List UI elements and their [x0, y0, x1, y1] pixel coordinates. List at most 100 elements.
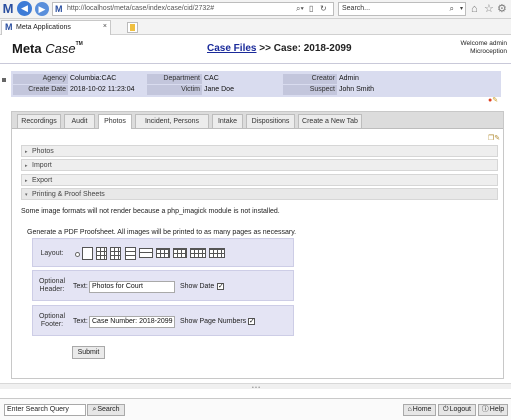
show-date-label: Show Date	[180, 283, 215, 290]
panel-tools: ❐✎	[488, 134, 500, 142]
layout-3-icon[interactable]	[125, 247, 136, 260]
layout-1-icon[interactable]	[82, 247, 93, 260]
layout-label: Layout:	[40, 250, 64, 257]
lock-icon: ▯	[309, 4, 314, 13]
breadcrumb-current: >> Case: 2018-2099	[256, 43, 352, 54]
back-icon[interactable]: ◀	[17, 1, 32, 16]
agency-label: Agency	[13, 74, 68, 84]
imagick-notice: Some image formats will not render becau…	[21, 208, 280, 215]
chevron-right-icon: ▸	[25, 149, 28, 155]
search-button[interactable]: ⌕Search	[87, 404, 125, 416]
header-text-label: Text:	[73, 283, 88, 290]
address-bar[interactable]: M http://localhost/meta/case/index/case/…	[52, 2, 334, 16]
victim-value: Jane Doe	[204, 86, 234, 93]
layout-4-landscape-icon[interactable]	[156, 248, 170, 258]
show-date-checkbox[interactable]: ✓	[217, 283, 224, 290]
layout-9-landscape-icon[interactable]	[190, 248, 206, 258]
tab-recordings[interactable]: Recordings	[17, 114, 61, 128]
forward-icon[interactable]: ▶	[35, 2, 49, 16]
tab-photos[interactable]: Photos	[98, 114, 132, 129]
tab-audit[interactable]: Audit	[64, 114, 95, 128]
summary-row: Create Date 2018-10-02 11:23:04 Victim J…	[11, 85, 501, 96]
section-label: Import	[32, 162, 52, 169]
breadcrumb: Case Files >> Case: 2018-2099	[207, 43, 352, 54]
show-page-numbers-checkbox[interactable]: ✓	[248, 318, 255, 325]
search-query-input[interactable]: Enter Search Query	[4, 404, 86, 416]
suspect-value: John Smith	[339, 86, 375, 93]
layout-4-icon[interactable]	[96, 247, 107, 260]
resize-grip[interactable]: • • •	[0, 383, 511, 391]
logout-button-label: Logout	[449, 406, 471, 413]
section-printing[interactable]: ▾ Printing & Proof Sheets	[21, 188, 498, 200]
section-photos[interactable]: ▸ Photos	[21, 145, 498, 157]
home-button-label: Home	[412, 406, 432, 413]
help-icon: ⓘ	[481, 406, 489, 413]
submit-button[interactable]: Submit	[72, 346, 105, 359]
layout-6-landscape-icon[interactable]	[173, 248, 187, 258]
agency-value: Columbia:CAC	[70, 75, 117, 82]
footer-options: Optional Footer: Text: Case Number: 2018…	[32, 305, 294, 336]
footer-text-input[interactable]: Case Number: 2018-2099	[89, 316, 175, 328]
layout-radio[interactable]	[75, 252, 80, 257]
layout-options: Layout:	[32, 238, 294, 267]
edit-icon[interactable]: ✎	[494, 135, 500, 142]
home-button[interactable]: ⌂Home	[403, 404, 436, 416]
chevron-right-icon: ▸	[25, 178, 28, 184]
app-logo: Meta CaseTM	[12, 41, 83, 56]
layout-12-landscape-icon[interactable]	[209, 248, 225, 258]
star-icon[interactable]: ☆	[484, 2, 494, 16]
show-page-numbers-label: Show Page Numbers	[180, 318, 247, 325]
power-icon: ⏻	[443, 406, 449, 413]
welcome-text: Welcome admin Microception	[461, 40, 507, 56]
tab-incident-persons[interactable]: Incident, Persons	[135, 114, 209, 128]
section-export[interactable]: ▸ Export	[21, 174, 498, 186]
tab-create-new[interactable]: Create a New Tab	[298, 114, 362, 128]
creator-value: Admin	[339, 75, 359, 82]
logout-button[interactable]: ⏻Logout	[438, 404, 476, 416]
tab-intake[interactable]: Intake	[212, 114, 243, 128]
home-icon[interactable]: ⌂	[471, 2, 478, 16]
department-value: CAC	[204, 75, 219, 82]
bottom-bar: Enter Search Query ⌕Search ⌂Home ⏻Logout…	[0, 398, 511, 420]
header-text-input[interactable]: Photos for Court	[89, 281, 175, 293]
summary-actions: ●✎	[488, 96, 498, 104]
proofsheet-description: Generate a PDF Proofsheet. All images wi…	[27, 229, 297, 236]
close-icon[interactable]: ×	[103, 23, 107, 30]
help-button[interactable]: ⓘHelp	[478, 404, 508, 416]
summary-row: Agency Columbia:CAC Department CAC Creat…	[11, 74, 501, 85]
browser-search-placeholder: Search...	[342, 5, 371, 12]
browser-tab-title: Meta Applications	[16, 24, 71, 31]
edit-icon[interactable]: ✎	[492, 97, 498, 104]
chevron-right-icon: ▸	[25, 163, 28, 169]
layout-6-icon[interactable]	[110, 247, 121, 260]
suspect-label: Suspect	[283, 85, 337, 95]
footer-text-label: Text:	[73, 318, 88, 325]
brand-trademark: TM	[75, 41, 83, 47]
new-tab-icon[interactable]	[127, 22, 138, 33]
refresh-icon[interactable]: ↻	[320, 4, 327, 13]
case-files-link[interactable]: Case Files	[207, 43, 256, 54]
tab-dispositions[interactable]: Dispositions	[246, 114, 295, 128]
header-options: Optional Header: Text: Photos for Court …	[32, 270, 294, 301]
grip-dots-icon: • • •	[252, 385, 261, 391]
section-label: Export	[32, 177, 53, 184]
browser-tab[interactable]: M Meta Applications ×	[1, 20, 111, 35]
sidebar-toggle-handle[interactable]	[2, 78, 6, 82]
address-bar-url[interactable]: http://localhost/meta/case/index/case/ci…	[67, 5, 214, 12]
browser-search-box[interactable]: Search... ⌕ ▾	[338, 2, 466, 16]
header-label: Header:	[39, 286, 65, 293]
brand-case: Case	[45, 41, 76, 56]
chevron-down-icon[interactable]: ▾	[460, 5, 463, 12]
gear-icon[interactable]: ⚙	[497, 2, 507, 16]
section-import[interactable]: ▸ Import	[21, 159, 498, 171]
department-label: Department	[147, 74, 202, 84]
case-tabs: Recordings Audit Photos Incident, Person…	[12, 112, 503, 129]
search-icon[interactable]: ⌕	[450, 4, 454, 14]
layout-2-landscape-icon[interactable]	[139, 248, 153, 258]
search-dropdown-icon[interactable]: ⌕▾	[296, 4, 304, 14]
case-summary: Agency Columbia:CAC Department CAC Creat…	[11, 71, 501, 97]
site-favicon-icon: M	[55, 4, 63, 14]
footer-label-optional: Optional	[38, 313, 66, 320]
welcome-org: Microception	[470, 48, 507, 55]
tab-favicon-icon: M	[5, 22, 13, 32]
